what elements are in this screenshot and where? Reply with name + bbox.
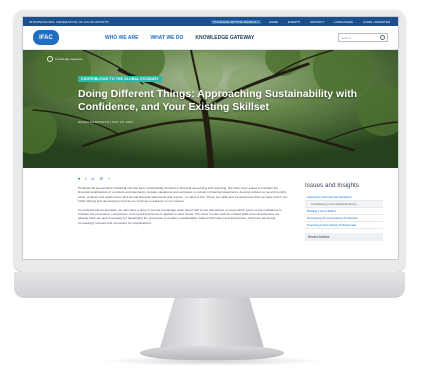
- monitor-base: [140, 346, 284, 360]
- sidebar-heading: Issues and Insights: [305, 182, 359, 189]
- sidebar-item-active[interactable]: Contributing to the Global Economy: [305, 201, 383, 208]
- languages-link[interactable]: LANGUAGES: [332, 20, 355, 24]
- article-title: Doing Different Things: Approaching Sust…: [78, 88, 358, 113]
- linkedin-icon[interactable]: in: [92, 176, 95, 181]
- sidebar-item[interactable]: Building Trust & Ethics: [305, 208, 383, 215]
- content-area: ♥ f in ✉ + Professional accountants' his…: [23, 168, 398, 241]
- share-more-icon[interactable]: +: [108, 176, 110, 181]
- utility-bar: INTERNATIONAL FEDERATION OF ACCOUNTANTS …: [23, 17, 398, 26]
- share-bar: ♥ f in ✉ +: [78, 176, 288, 181]
- like-icon[interactable]: ♥: [78, 176, 80, 181]
- home-link[interactable]: HOME: [267, 20, 280, 24]
- events-link[interactable]: EVENTS: [286, 20, 302, 24]
- breadcrumb-item[interactable]: Knowledge Gateway: [55, 57, 83, 61]
- article-paragraph: Professional accountants' historical rol…: [78, 186, 288, 204]
- search-input[interactable]: Search: [338, 33, 388, 42]
- monitor-bezel: INTERNATIONAL FEDERATION OF ACCOUNTANTS …: [14, 10, 405, 272]
- contact-link[interactable]: CONTACT: [308, 20, 326, 24]
- hero-banner: Knowledge Gateway CONTRIBUTING TO THE GL…: [23, 50, 398, 168]
- breadcrumb: Knowledge Gateway: [47, 56, 83, 62]
- email-icon[interactable]: ✉: [100, 176, 103, 181]
- main-nav: IFAC WHO WE ARE WHAT WE DO KNOWLEDGE GAT…: [23, 26, 398, 50]
- utility-links: STANDARD-SETTING BOARDS ▾ HOME EVENTS CO…: [210, 19, 392, 24]
- nav-who-we-are[interactable]: WHO WE ARE: [105, 35, 138, 41]
- imac-monitor: INTERNATIONAL FEDERATION OF ACCOUNTANTS …: [0, 0, 425, 377]
- article-paragraph: As professional accountants, we also hav…: [78, 207, 282, 225]
- sidebar: Issues and Insights Supporting Internati…: [305, 174, 383, 241]
- screen: INTERNATIONAL FEDERATION OF ACCOUNTANTS …: [22, 16, 399, 260]
- article-body: ♥ f in ✉ + Professional accountants' his…: [78, 174, 288, 241]
- org-name: INTERNATIONAL FEDERATION OF ACCOUNTANTS: [29, 19, 109, 24]
- standard-boards-dropdown[interactable]: STANDARD-SETTING BOARDS ▾: [210, 19, 261, 24]
- ifac-logo[interactable]: IFAC: [33, 30, 59, 45]
- nav-knowledge-gateway[interactable]: KNOWLEDGE GATEWAY: [195, 35, 254, 41]
- login-link[interactable]: LOGIN / REGISTER: [361, 20, 392, 24]
- search-placeholder: Search: [341, 35, 351, 40]
- home-icon[interactable]: [47, 56, 53, 62]
- sidebar-item[interactable]: Supporting International Standards: [305, 194, 383, 201]
- recent-articles-heading: Recent Articles: [305, 233, 383, 241]
- nav-links: WHO WE ARE WHAT WE DO KNOWLEDGE GATEWAY: [105, 35, 254, 41]
- facebook-icon[interactable]: f: [85, 176, 86, 181]
- category-tag[interactable]: CONTRIBUTING TO THE GLOBAL ECONOMY: [78, 76, 162, 82]
- sidebar-item[interactable]: Preparing Future-Ready Professionals: [305, 222, 383, 229]
- monitor-chin: [14, 272, 405, 298]
- monitor-stand: [160, 298, 264, 348]
- nav-what-we-do[interactable]: WHAT WE DO: [150, 35, 183, 41]
- article-byline: HELEN MARANGOS | MAY 18, 2021: [78, 120, 134, 124]
- sidebar-item[interactable]: Developing the Accountancy Profession: [305, 215, 383, 222]
- search-icon[interactable]: [380, 35, 385, 40]
